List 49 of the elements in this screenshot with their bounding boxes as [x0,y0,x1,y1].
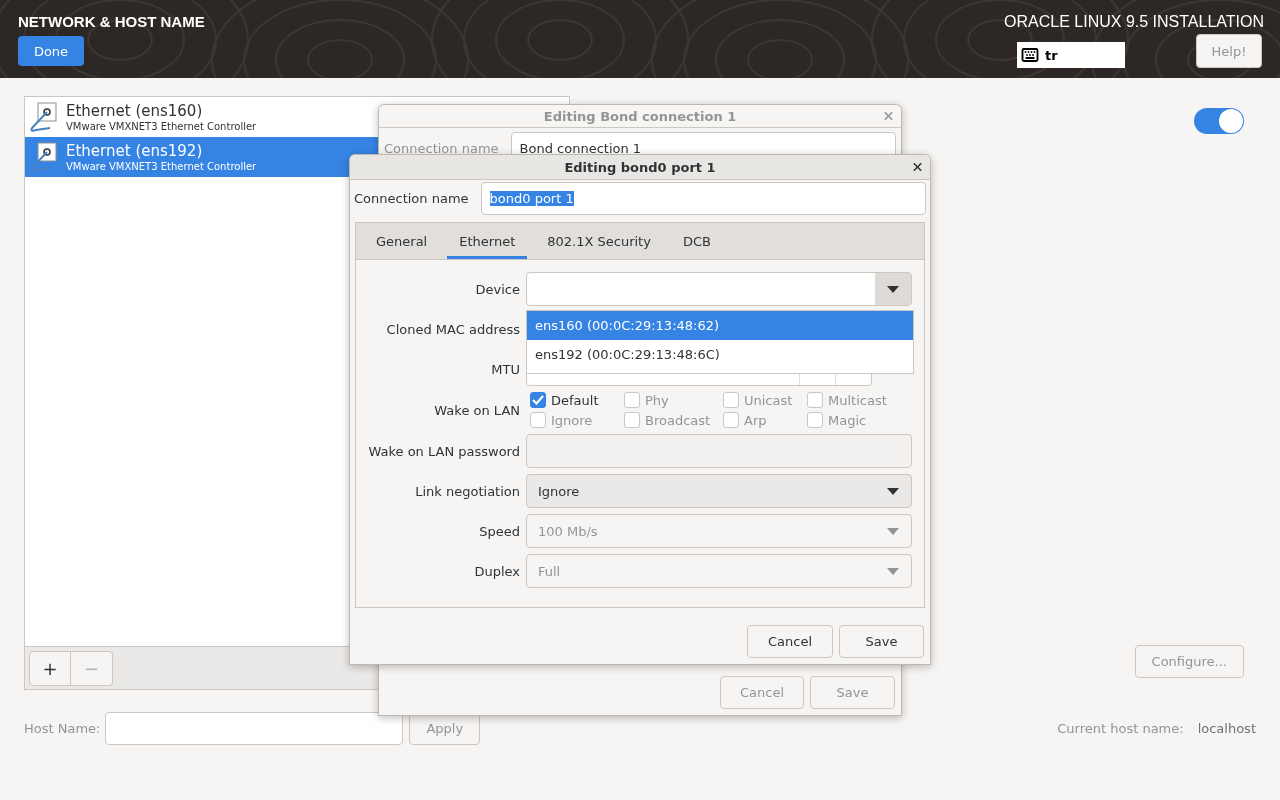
save-button[interactable]: Save [810,676,895,709]
dialog-title: Editing Bond connection 1 [543,108,737,124]
done-button[interactable]: Done [18,36,84,66]
field-label: Device [474,281,521,297]
dropdown[interactable] [526,272,912,306]
caret-icon [887,527,899,535]
connection-description: VMware VMXNET3 Ethernet Controller [66,119,257,133]
cancel-button[interactable]: Cancel [747,625,833,658]
field-label: Cloned MAC address [385,321,521,337]
dropdown[interactable]: Ignore [526,474,912,508]
caret-icon [887,567,899,575]
current-host-name: localhost [1197,721,1256,736]
network-port-icon [28,141,60,173]
tab[interactable]: Ethernet [447,223,528,259]
connection-description: VMware VMXNET3 Ethernet Controller [66,159,257,173]
field-label: Wake on LAN password [367,443,521,459]
save-button[interactable]: Save [839,625,924,658]
checkbox[interactable]: Default [530,392,624,408]
menu-item[interactable]: ens192 (00:0C:29:13:48:6C) [527,340,913,369]
field-label: Connection name [354,191,469,206]
field-label: Speed [478,523,521,539]
current-host-name-label: Current host name: [1057,721,1184,736]
menu-item[interactable]: ens160 (00:0C:29:13:48:62) [527,311,913,340]
host-name-label: Host Name: [24,721,101,736]
field-label: Connection name [384,141,499,156]
connection-name: Ethernet (ens192) [66,141,204,160]
page-title: NETWORK & HOST NAME [18,12,205,32]
network-port-icon [28,101,60,133]
product-title: ORACLE LINUX 9.5 INSTALLATION [1004,12,1264,32]
caret-icon [887,285,899,293]
connection-name-field[interactable]: bond0 port 1 [480,182,926,215]
tab[interactable]: General [364,223,440,259]
add-button[interactable]: + [29,650,71,686]
toggle-switch[interactable] [1194,108,1244,134]
close-button[interactable] [911,160,924,174]
connection-name: Ethernet (ens160) [66,101,204,120]
host-name-field[interactable] [105,712,404,745]
tab[interactable]: 802.1X Security [535,223,663,259]
help-button[interactable]: Help! [1196,34,1262,68]
tab[interactable]: DCB [670,223,723,259]
check-icon [532,395,544,405]
caret-icon [887,487,899,495]
field-label: Wake on LAN [433,402,521,418]
field-label: MTU [490,361,521,377]
keyboard-icon [1021,46,1039,64]
field-label: Link negotiation [414,483,521,499]
keyboard-layout-field[interactable]: tr [1017,42,1125,68]
cancel-button[interactable]: Cancel [720,676,804,709]
field-label: Duplex [473,563,521,579]
